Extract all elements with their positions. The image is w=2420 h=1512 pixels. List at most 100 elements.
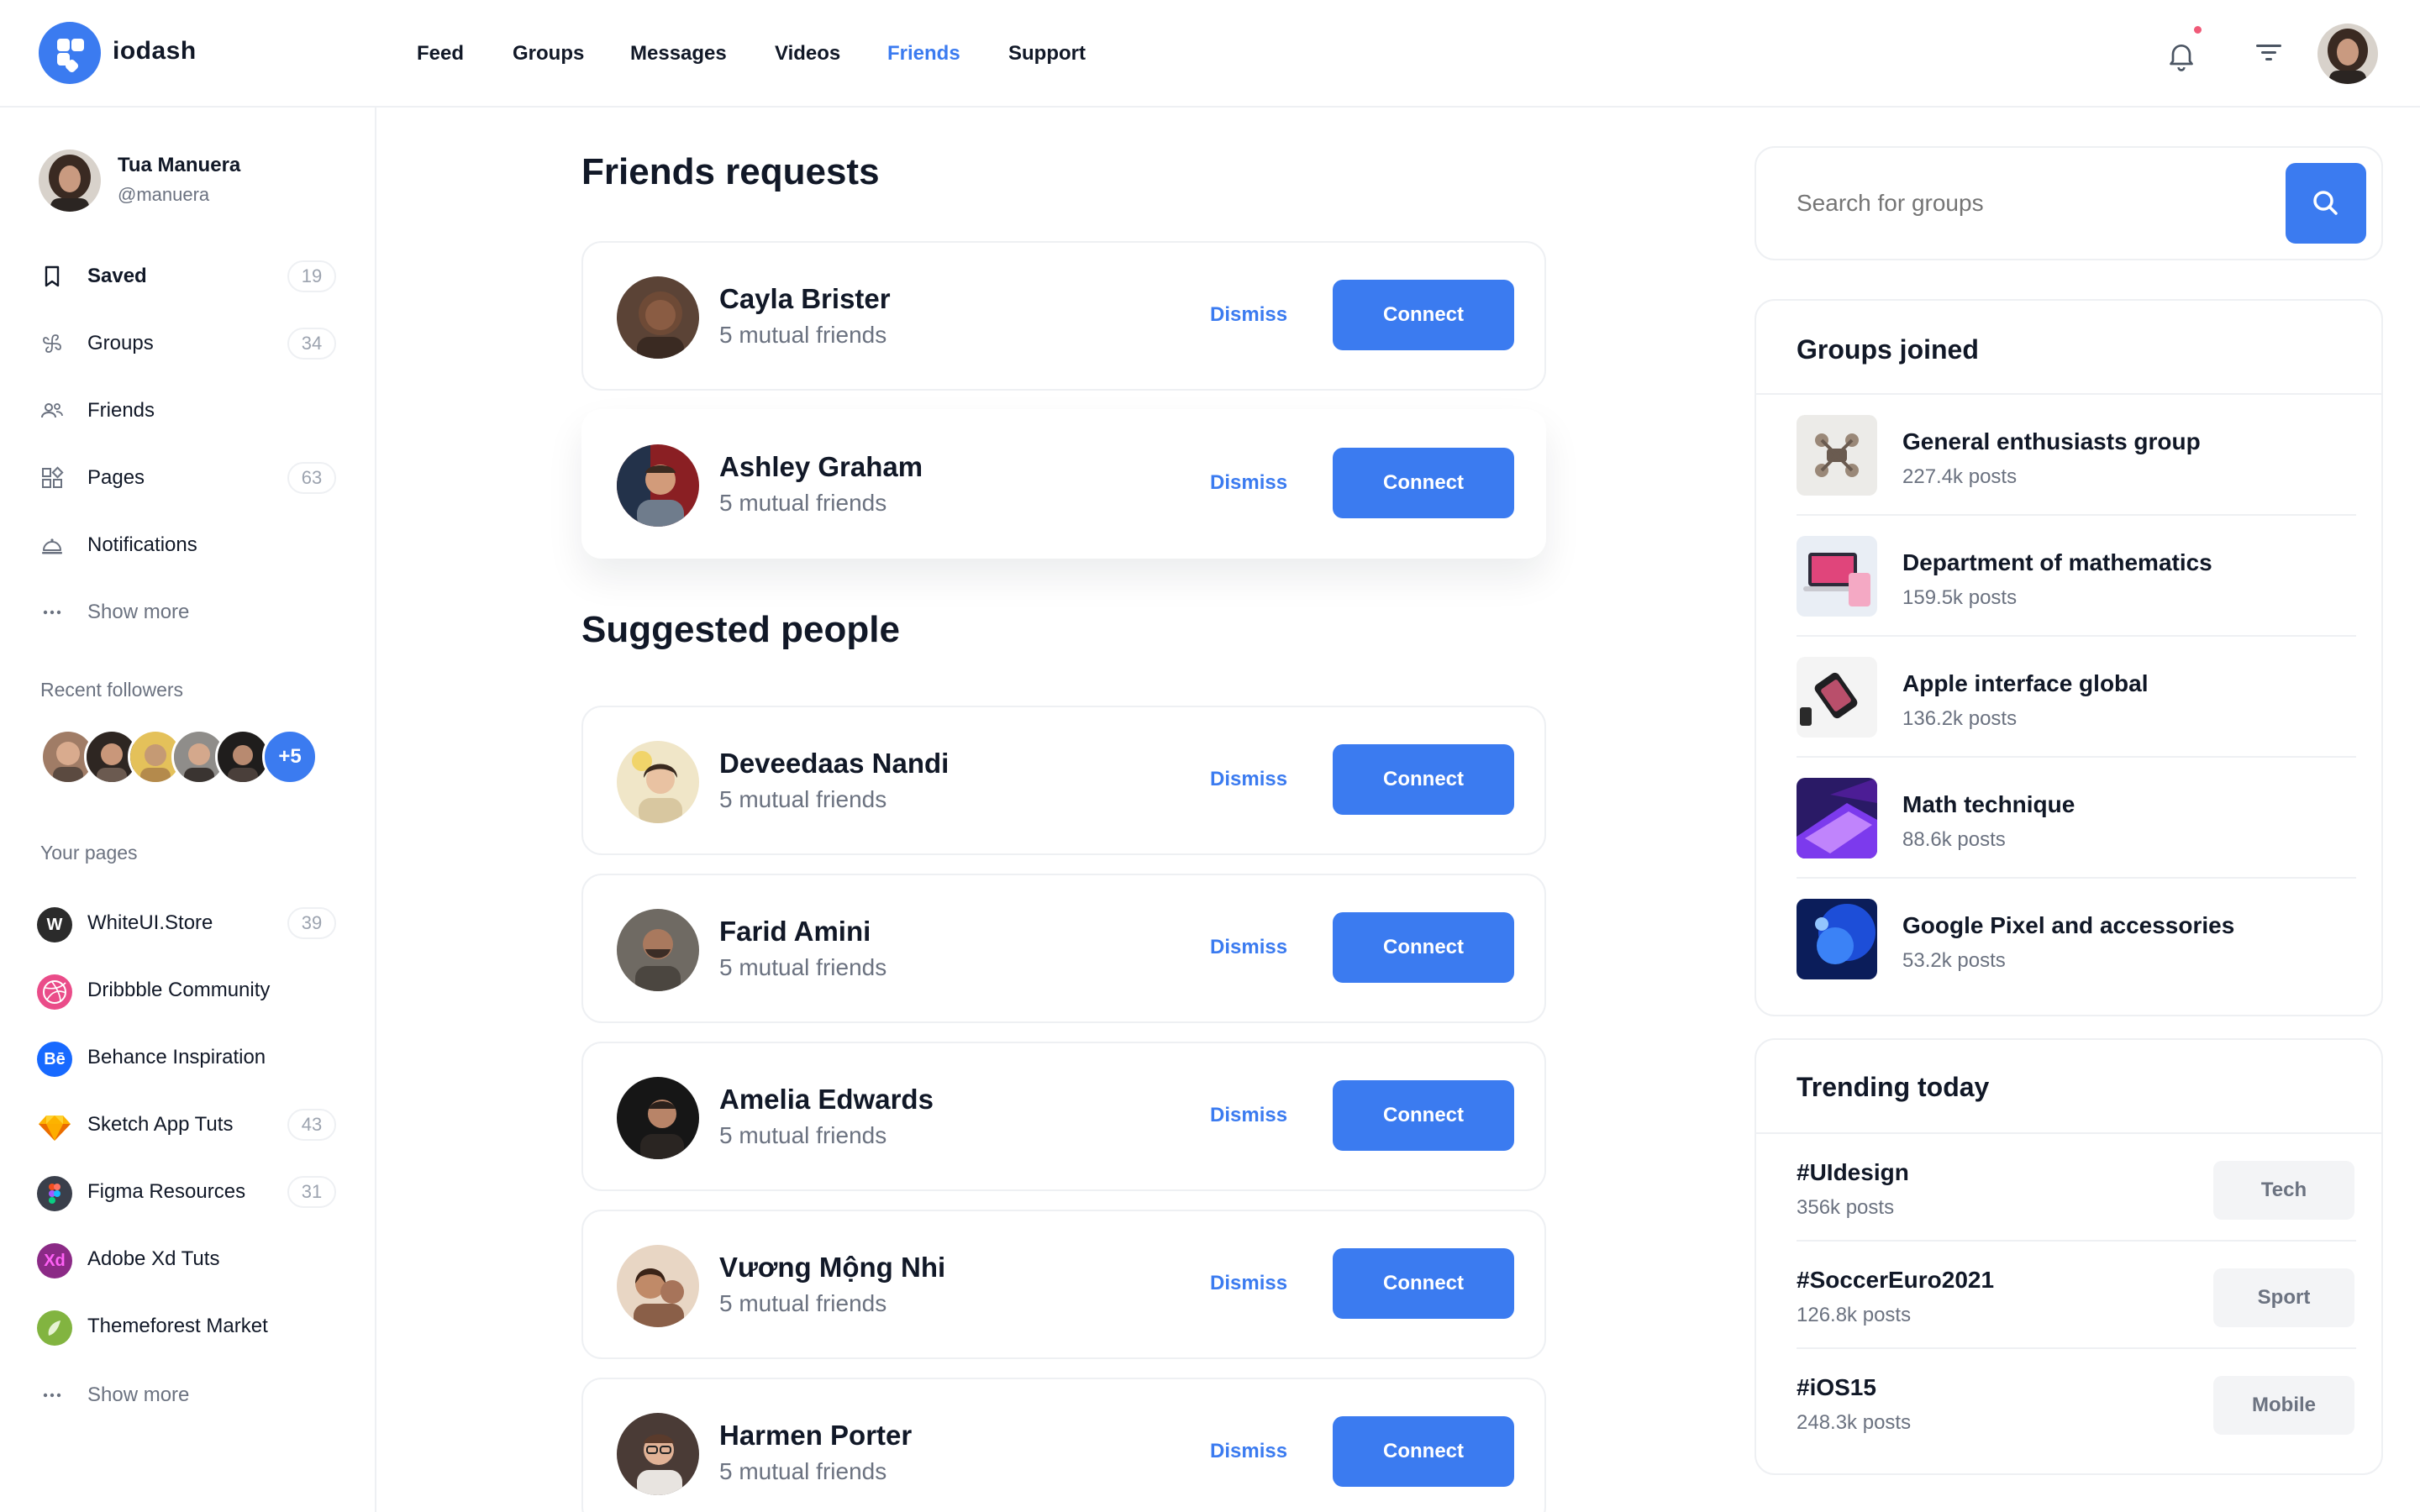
trend-tag[interactable]: #UIdesign bbox=[1797, 1159, 1909, 1186]
pages-show-more[interactable]: Show more bbox=[0, 1369, 376, 1420]
page-item-behance[interactable]: Bē Behance Inspiration bbox=[0, 1032, 376, 1082]
group-item[interactable]: Department of mathematics 159.5k posts bbox=[1797, 516, 2356, 637]
trend-item[interactable]: #iOS15 248.3k posts Mobile bbox=[1797, 1349, 2356, 1457]
group-name: Math technique bbox=[1902, 791, 2075, 817]
sidebar: Tua Manuera @manuera Saved 19 Groups 34 … bbox=[0, 108, 376, 1512]
connect-button[interactable]: Connect bbox=[1333, 912, 1514, 983]
person-avatar[interactable] bbox=[617, 909, 699, 991]
profile-avatar[interactable] bbox=[39, 150, 101, 212]
connect-button[interactable]: Connect bbox=[1333, 1416, 1514, 1487]
person-avatar[interactable] bbox=[617, 444, 699, 527]
dismiss-button[interactable]: Dismiss bbox=[1210, 768, 1287, 791]
logo-icon[interactable] bbox=[39, 22, 101, 84]
dismiss-button[interactable]: Dismiss bbox=[1210, 303, 1287, 327]
page-item-adobe-xd[interactable]: Xd Adobe Xd Tuts bbox=[0, 1233, 376, 1284]
trend-category-badge[interactable]: Mobile bbox=[2213, 1376, 2354, 1435]
trend-category-badge[interactable]: Sport bbox=[2213, 1268, 2354, 1327]
user-avatar[interactable] bbox=[2317, 24, 2378, 84]
page-item-dribbble[interactable]: Dribbble Community bbox=[0, 964, 376, 1015]
page-item-sketch[interactable]: Sketch App Tuts 43 bbox=[0, 1099, 376, 1149]
notification-dot bbox=[2194, 26, 2202, 34]
person-name[interactable]: Ashley Graham bbox=[719, 451, 923, 483]
page-item-label: Behance Inspiration bbox=[87, 1046, 266, 1068]
search-input[interactable] bbox=[1797, 190, 2233, 217]
sidebar-item-label: Pages bbox=[87, 466, 145, 489]
group-item[interactable]: Math technique 88.6k posts bbox=[1797, 758, 2356, 879]
person-avatar[interactable] bbox=[617, 1413, 699, 1495]
person-name[interactable]: Vương Mộng Nhi bbox=[719, 1252, 945, 1284]
sidebar-show-more[interactable]: Show more bbox=[0, 586, 376, 637]
profile-name[interactable]: Tua Manuera bbox=[118, 154, 240, 177]
group-item[interactable]: Apple interface global 136.2k posts bbox=[1797, 637, 2356, 758]
more-icon bbox=[43, 610, 61, 615]
trending-heading: Trending today bbox=[1797, 1072, 1990, 1102]
connect-button[interactable]: Connect bbox=[1333, 448, 1514, 518]
sidebar-item-pages[interactable]: Pages 63 bbox=[0, 452, 376, 502]
nav-messages[interactable]: Messages bbox=[630, 42, 727, 66]
mutual-friends: 5 mutual friends bbox=[719, 786, 887, 812]
trend-tag[interactable]: #SoccerEuro2021 bbox=[1797, 1267, 1994, 1294]
group-item[interactable]: General enthusiasts group 227.4k posts bbox=[1797, 395, 2356, 516]
mutual-friends: 5 mutual friends bbox=[719, 954, 887, 980]
dismiss-button[interactable]: Dismiss bbox=[1210, 471, 1287, 495]
bell-icon[interactable] bbox=[2165, 39, 2198, 72]
sidebar-item-count: 34 bbox=[287, 328, 336, 360]
page-item-figma[interactable]: Figma Resources 31 bbox=[0, 1166, 376, 1216]
app-name[interactable]: iodash bbox=[113, 37, 197, 66]
trend-tag[interactable]: #iOS15 bbox=[1797, 1374, 1876, 1401]
behance-icon: Bē bbox=[37, 1042, 72, 1077]
person-avatar[interactable] bbox=[617, 741, 699, 823]
more-followers-badge[interactable]: +5 bbox=[262, 729, 318, 785]
person-name[interactable]: Cayla Brister bbox=[719, 283, 891, 315]
group-thumbnail bbox=[1797, 657, 1877, 738]
sidebar-item-label: Friends bbox=[87, 399, 155, 422]
group-posts: 53.2k posts bbox=[1902, 949, 2006, 972]
nav-support[interactable]: Support bbox=[1008, 42, 1086, 66]
connect-button[interactable]: Connect bbox=[1333, 744, 1514, 815]
person-avatar[interactable] bbox=[617, 1077, 699, 1159]
trend-item[interactable]: #UIdesign 356k posts Tech bbox=[1797, 1134, 2356, 1242]
connect-button[interactable]: Connect bbox=[1333, 280, 1514, 350]
nav-groups[interactable]: Groups bbox=[513, 42, 584, 66]
filter-icon[interactable] bbox=[2256, 42, 2281, 64]
page-item-label: Adobe Xd Tuts bbox=[87, 1247, 220, 1270]
sidebar-item-saved[interactable]: Saved 19 bbox=[0, 250, 376, 301]
trend-category-badge[interactable]: Tech bbox=[2213, 1161, 2354, 1220]
groups-joined-heading: Groups joined bbox=[1797, 334, 1979, 365]
search-button[interactable] bbox=[2286, 163, 2366, 244]
group-thumbnail bbox=[1797, 899, 1877, 979]
page-item-label: Figma Resources bbox=[87, 1180, 246, 1203]
nav-friends[interactable]: Friends bbox=[887, 42, 960, 66]
page-item-themeforest[interactable]: Themeforest Market bbox=[0, 1300, 376, 1351]
person-name[interactable]: Amelia Edwards bbox=[719, 1084, 934, 1116]
trend-posts: 356k posts bbox=[1797, 1196, 1895, 1219]
suggested-person-card: Farid Amini 5 mutual friends Dismiss Con… bbox=[581, 874, 1546, 1023]
person-avatar[interactable] bbox=[617, 276, 699, 359]
dismiss-button[interactable]: Dismiss bbox=[1210, 936, 1287, 959]
person-name[interactable]: Deveedaas Nandi bbox=[719, 748, 949, 780]
nav-videos[interactable]: Videos bbox=[775, 42, 840, 66]
person-name[interactable]: Harmen Porter bbox=[719, 1420, 912, 1452]
connect-button[interactable]: Connect bbox=[1333, 1080, 1514, 1151]
page-item-label: Themeforest Market bbox=[87, 1315, 268, 1337]
suggested-person-card: Vương Mộng Nhi 5 mutual friends Dismiss … bbox=[581, 1210, 1546, 1359]
dismiss-button[interactable]: Dismiss bbox=[1210, 1104, 1287, 1127]
group-item[interactable]: Google Pixel and accessories 53.2k posts bbox=[1797, 879, 2356, 1000]
connect-button[interactable]: Connect bbox=[1333, 1248, 1514, 1319]
dismiss-button[interactable]: Dismiss bbox=[1210, 1272, 1287, 1295]
nav-feed[interactable]: Feed bbox=[417, 42, 464, 66]
pages-icon bbox=[42, 466, 64, 488]
page-item-count: 43 bbox=[287, 1109, 336, 1141]
group-name: Google Pixel and accessories bbox=[1902, 912, 2235, 938]
sidebar-item-friends[interactable]: Friends bbox=[0, 385, 376, 435]
person-avatar[interactable] bbox=[617, 1245, 699, 1327]
sidebar-item-notifications[interactable]: Notifications bbox=[0, 519, 376, 570]
trend-item[interactable]: #SoccerEuro2021 126.8k posts Sport bbox=[1797, 1242, 2356, 1349]
sidebar-item-count: 63 bbox=[287, 462, 336, 494]
page-item-whiteui[interactable]: W WhiteUI.Store 39 bbox=[0, 897, 376, 948]
person-name[interactable]: Farid Amini bbox=[719, 916, 871, 948]
suggested-person-card: Amelia Edwards 5 mutual friends Dismiss … bbox=[581, 1042, 1546, 1191]
dismiss-button[interactable]: Dismiss bbox=[1210, 1440, 1287, 1463]
sidebar-item-groups[interactable]: Groups 34 bbox=[0, 318, 376, 368]
group-thumbnail bbox=[1797, 415, 1877, 496]
